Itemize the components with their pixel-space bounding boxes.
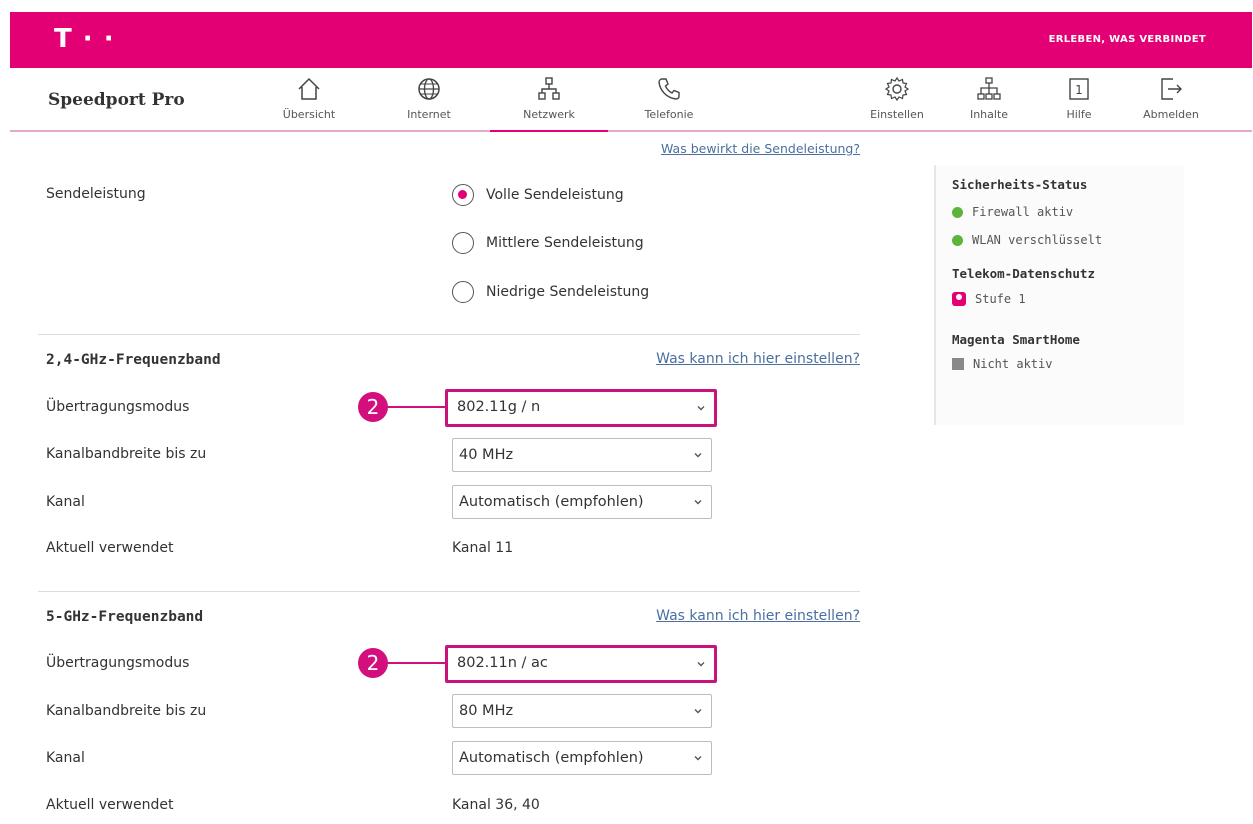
chevron-down-icon — [694, 709, 702, 714]
band-5-bandwidth-select[interactable]: 80 MHz — [452, 694, 712, 728]
svg-text:1: 1 — [1075, 83, 1083, 97]
select-value: 802.11g / n — [457, 399, 541, 415]
select-value: 40 MHz — [459, 447, 514, 463]
nav-label: Internet — [407, 108, 451, 121]
nav-label: Hilfe — [1066, 108, 1092, 121]
band-5-channel-label: Kanal — [46, 750, 85, 766]
top-brand-bar: T · · ERLEBEN, WAS VERBINDET — [10, 12, 1252, 68]
chevron-down-icon — [697, 662, 705, 667]
nav-item-uebersicht[interactable]: Übersicht — [264, 76, 354, 121]
radio-label: Mittlere Sendeleistung — [486, 235, 644, 251]
nav-item-inhalte[interactable]: Inhalte — [944, 76, 1034, 121]
nav-label: Abmelden — [1143, 108, 1199, 121]
radio-medium-power[interactable]: Mittlere Sendeleistung — [452, 232, 644, 254]
firewall-status-text: Firewall aktiv — [972, 205, 1074, 219]
section-divider — [38, 334, 860, 335]
callout-line — [386, 406, 448, 408]
chevron-down-icon — [694, 453, 702, 458]
inactive-status-icon — [952, 358, 964, 370]
radio-button[interactable] — [452, 281, 474, 303]
nav-item-einstellen[interactable]: Einstellen — [852, 76, 942, 121]
band-24-bandwidth-select[interactable]: 40 MHz — [452, 438, 712, 472]
select-value: Automatisch (empfohlen) — [459, 750, 644, 766]
nav-item-internet[interactable]: Internet — [384, 76, 474, 121]
status-ok-icon — [952, 234, 963, 246]
smarthome-title: Magenta SmartHome — [952, 332, 1080, 347]
security-status-title: Sicherheits-Status — [952, 177, 1088, 192]
callout-marker: 2 — [358, 392, 388, 422]
globe-icon — [418, 78, 440, 100]
band-24-channel-label: Kanal — [46, 494, 85, 510]
band-5-current-label: Aktuell verwendet — [46, 797, 174, 813]
radio-full-power[interactable]: Volle Sendeleistung — [452, 184, 624, 206]
gear-icon — [884, 76, 910, 102]
smarthome-status[interactable]: Nicht aktiv — [952, 357, 1184, 371]
transmit-power-help-link[interactable]: Was bewirkt die Sendeleistung? — [661, 141, 860, 156]
main-navigation: Speedport Pro Übersicht Internet Netzwer… — [10, 68, 1252, 132]
nav-item-hilfe[interactable]: 1 Hilfe — [1034, 76, 1124, 121]
radio-label: Niedrige Sendeleistung — [486, 284, 650, 300]
phone-icon — [658, 78, 680, 100]
nav-item-netzwerk[interactable]: Netzwerk — [490, 76, 608, 132]
chevron-down-icon — [697, 406, 705, 411]
select-value: Automatisch (empfohlen) — [459, 494, 644, 510]
band-24-help-link[interactable]: Was kann ich hier einstellen? — [656, 351, 860, 367]
content-icon — [977, 77, 1001, 100]
chevron-down-icon — [694, 500, 702, 505]
status-sidebar: Sicherheits-Status Firewall aktiv WLAN v… — [934, 165, 1184, 425]
radio-button[interactable] — [452, 232, 474, 254]
band-5-current-value: Kanal 36, 40 — [452, 797, 540, 813]
callout-marker: 2 — [358, 648, 388, 678]
band-24-channel-select[interactable]: Automatisch (empfohlen) — [452, 485, 712, 519]
transmit-power-label: Sendeleistung — [46, 186, 146, 202]
nav-item-abmelden[interactable]: Abmelden — [1126, 76, 1216, 121]
smarthome-status-text: Nicht aktiv — [973, 357, 1053, 371]
privacy-status-text: Stufe 1 — [975, 292, 1026, 306]
section-divider — [38, 591, 860, 592]
band-24-mode-select[interactable]: 802.11g / n — [445, 389, 717, 427]
nav-label: Netzwerk — [523, 108, 575, 121]
radio-label: Volle Sendeleistung — [486, 187, 624, 203]
band-5-bandwidth-label: Kanalbandbreite bis zu — [46, 703, 207, 719]
privacy-status[interactable]: Stufe 1 — [952, 292, 1184, 306]
band-24-mode-label: Übertragungsmodus — [46, 399, 190, 415]
select-value: 80 MHz — [459, 703, 514, 719]
band-24-current-label: Aktuell verwendet — [46, 540, 174, 556]
band-5-channel-select[interactable]: Automatisch (empfohlen) — [452, 741, 712, 775]
radio-button-checked[interactable] — [452, 184, 474, 206]
logout-icon — [1161, 78, 1182, 100]
band-24-current-value: Kanal 11 — [452, 540, 514, 556]
wlan-status-text: WLAN verschlüsselt — [972, 233, 1103, 247]
nav-label: Einstellen — [870, 108, 924, 121]
band-5-title: 5-GHz-Frequenzband — [46, 609, 204, 625]
help-icon: 1 — [1069, 78, 1089, 100]
firewall-status: Firewall aktiv — [952, 205, 1184, 219]
telekom-logo[interactable]: T · · — [54, 24, 115, 54]
band-24-bandwidth-label: Kanalbandbreite bis zu — [46, 446, 207, 462]
product-name[interactable]: Speedport Pro — [48, 90, 185, 110]
band-5-help-link[interactable]: Was kann ich hier einstellen? — [656, 608, 860, 624]
radio-low-power[interactable]: Niedrige Sendeleistung — [452, 281, 649, 303]
chevron-down-icon — [694, 756, 702, 761]
band-5-mode-label: Übertragungsmodus — [46, 655, 190, 671]
nav-item-telefonie[interactable]: Telefonie — [624, 76, 714, 121]
privacy-user-icon — [952, 292, 966, 306]
nav-label: Übersicht — [282, 108, 336, 121]
privacy-title: Telekom-Datenschutz — [952, 266, 1095, 281]
status-ok-icon — [952, 206, 963, 218]
nav-label: Telefonie — [644, 108, 694, 121]
select-value: 802.11n / ac — [457, 655, 548, 671]
network-icon — [538, 77, 560, 100]
band-24-title: 2,4-GHz-Frequenzband — [46, 352, 221, 368]
band-5-mode-select[interactable]: 802.11n / ac — [445, 645, 717, 683]
nav-label: Inhalte — [969, 108, 1009, 121]
callout-line — [386, 662, 448, 664]
wlan-status: WLAN verschlüsselt — [952, 233, 1184, 247]
home-icon — [298, 77, 320, 100]
slogan: ERLEBEN, WAS VERBINDET — [1048, 34, 1206, 45]
